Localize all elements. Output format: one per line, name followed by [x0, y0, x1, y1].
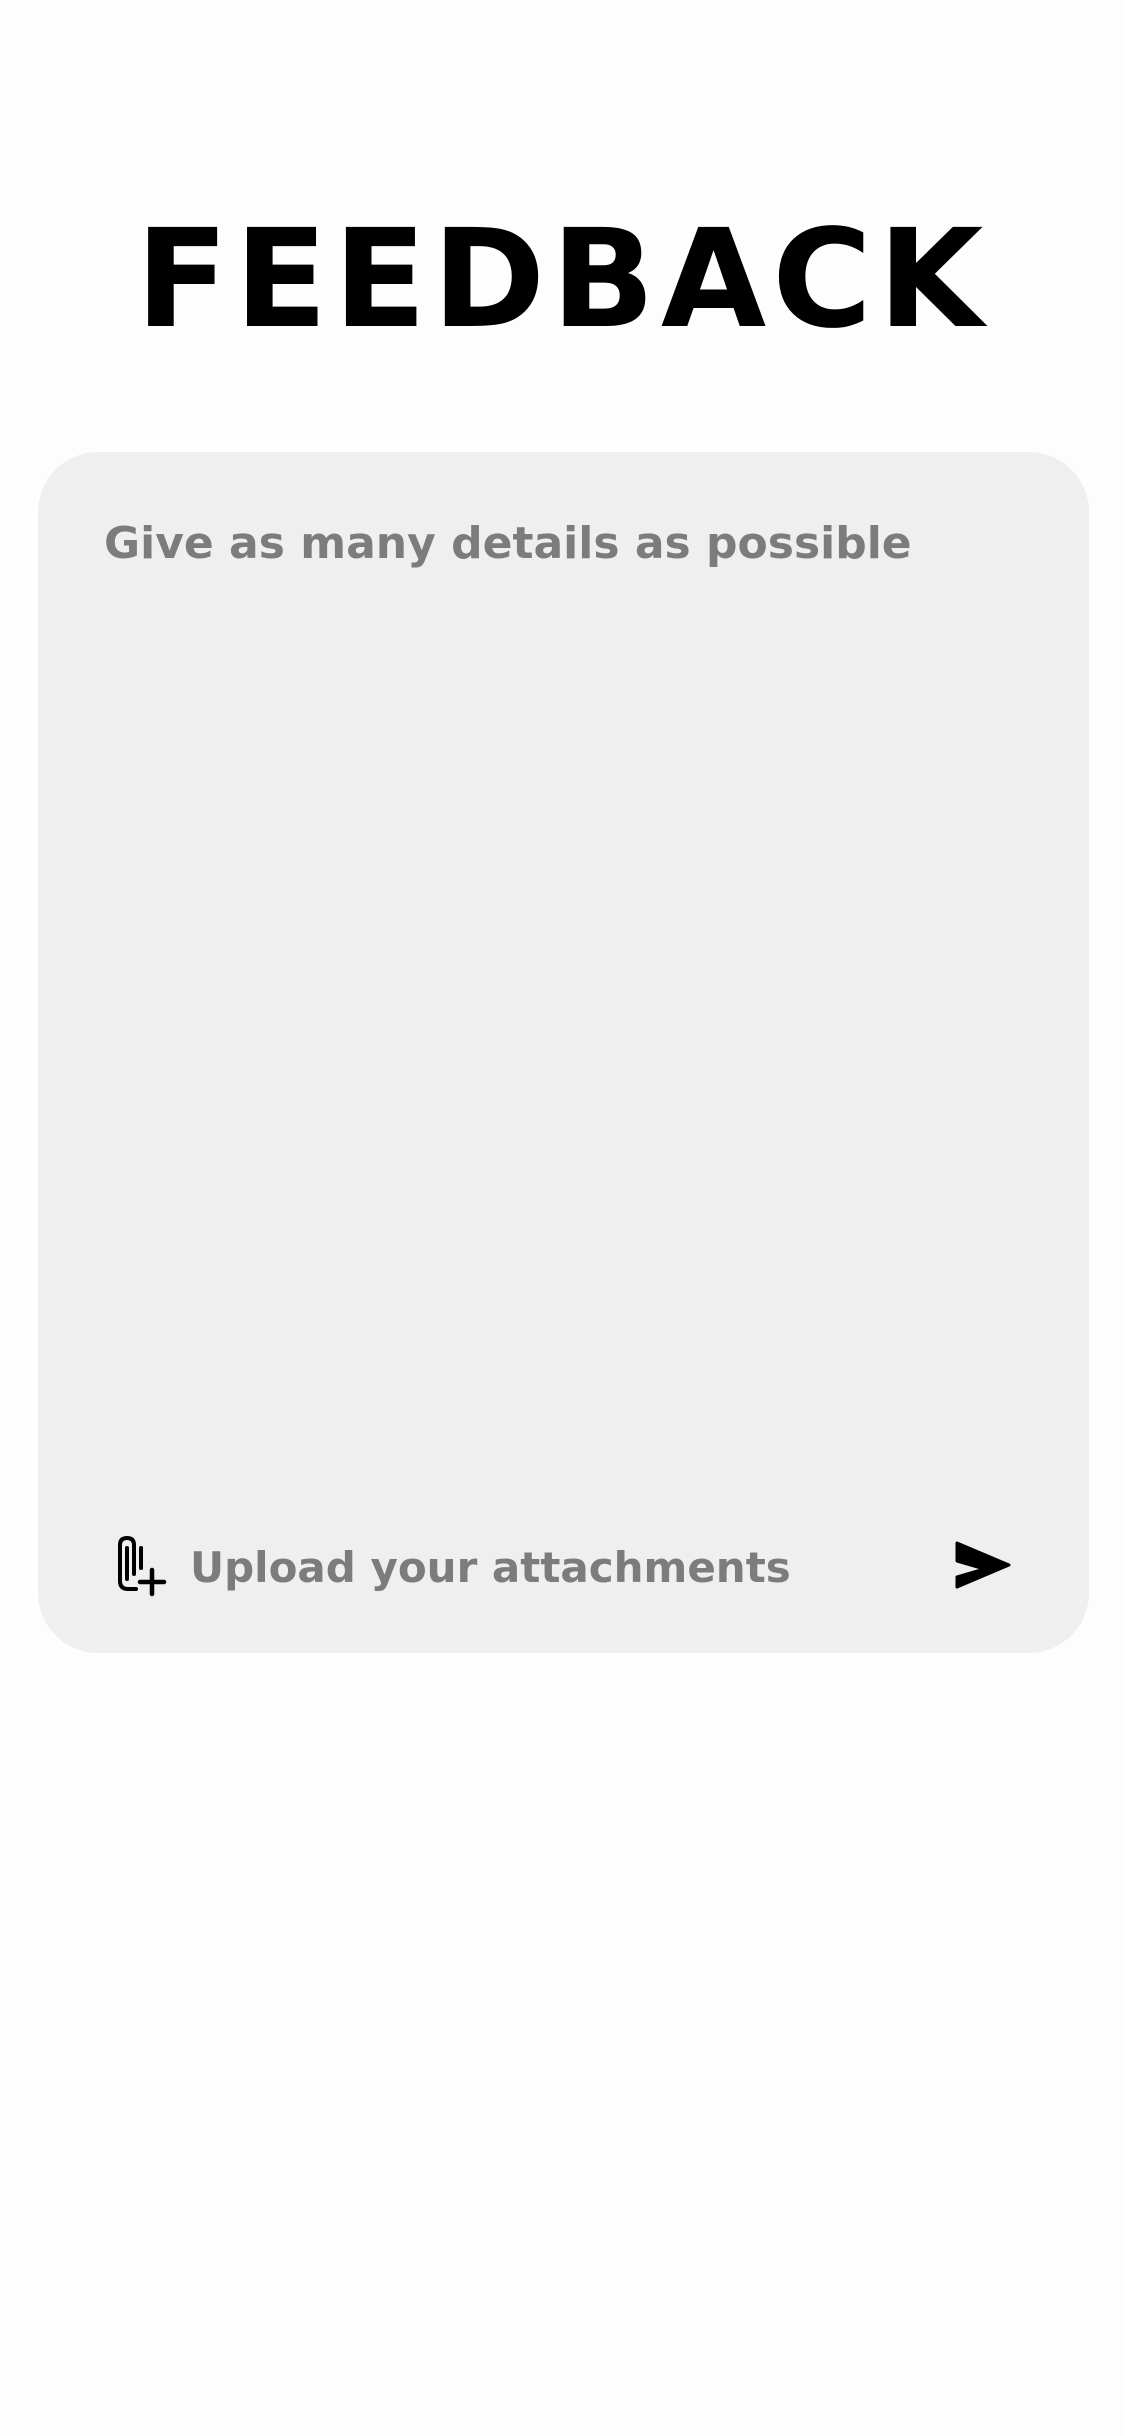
feedback-card: Upload your attachments: [38, 452, 1089, 1653]
feedback-screen: FEEDBACK Upload your attachments: [0, 0, 1125, 2436]
paperclip-plus-icon: [118, 1536, 167, 1597]
upload-attachments-button[interactable]: Upload your attachments: [116, 1532, 791, 1602]
feedback-details-input[interactable]: [104, 514, 1024, 1414]
send-button[interactable]: [943, 1530, 1023, 1600]
send-arrow-icon: [955, 1541, 1011, 1589]
page-title: FEEDBACK: [135, 201, 990, 359]
upload-attachments-label: Upload your attachments: [190, 1542, 791, 1592]
